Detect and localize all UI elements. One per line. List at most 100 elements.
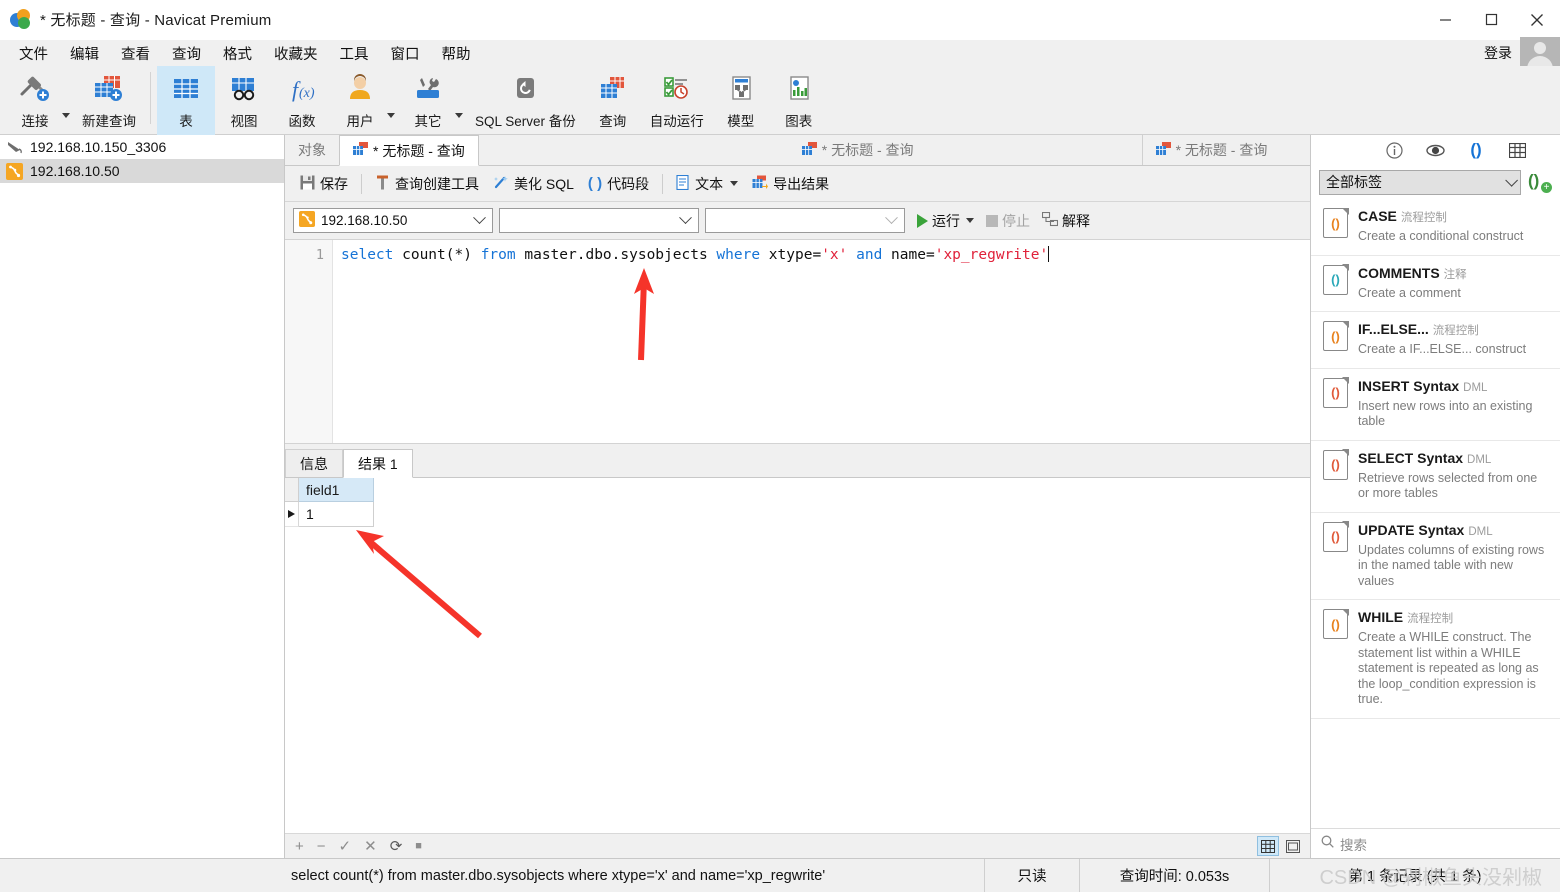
explain-button[interactable]: 解释 [1041,211,1090,231]
list-item[interactable]: () CASE 流程控制 Create a conditional constru… [1311,199,1560,256]
tab-label: * 无标题 - 查询 [373,142,465,159]
tab-objects[interactable]: 对象 [285,135,339,165]
toolbar-button-automation[interactable]: 自动运行 [642,66,712,135]
menu-favorites[interactable]: 收藏夹 [263,41,329,66]
user-dropdown-caret[interactable] [387,112,395,118]
toolbar-button-new-query[interactable]: 新建查询 [74,66,144,135]
avatar[interactable] [1520,37,1560,69]
menu-edit[interactable]: 编辑 [59,41,110,66]
tab-result-1[interactable]: 结果 1 [343,449,413,478]
menu-tools[interactable]: 工具 [329,41,380,66]
main-toolbar: 连接 新建查询 表 视图 f (x) 函数 用户 其它 SQL Server 备… [0,66,1560,135]
table-row[interactable]: 1 [285,502,1310,527]
menu-query[interactable]: 查询 [161,41,212,66]
remove-record-icon[interactable]: − [317,839,326,854]
snippet-label-select[interactable]: 全部标签 [1319,169,1521,195]
tab-query-3[interactable]: * 无标题 - 查询 [1141,135,1281,165]
minimize-button[interactable] [1422,0,1468,40]
menu-view[interactable]: 查看 [110,41,161,66]
text-dropdown-caret[interactable] [730,181,739,186]
navicat-logo-icon [10,8,32,31]
toolbar-button-model[interactable]: 模型 [712,66,770,135]
connection-item-mysql[interactable]: 192.168.10.150_3306 [0,135,284,159]
form-view-toggle[interactable] [1282,836,1304,856]
tab-query-2[interactable]: * 无标题 - 查询 [788,135,927,165]
save-icon [300,175,315,193]
tab-messages[interactable]: 信息 [285,449,343,477]
result-grid[interactable]: field1 1 [285,478,1310,833]
menu-window[interactable]: 窗口 [380,41,431,66]
view-mode-toggles [1257,836,1310,856]
grid-column-header[interactable]: field1 [299,478,374,502]
list-item[interactable]: () INSERT Syntax DML Insert new rows into… [1311,369,1560,441]
list-item[interactable]: () IF...ELSE... 流程控制 Create a IF...ELSE..… [1311,312,1560,369]
toolbar-label-backup: SQL Server 备份 [475,114,576,129]
snippet-list[interactable]: () CASE 流程控制 Create a conditional constru… [1311,199,1560,792]
toolbar-button-function[interactable]: f (x) 函数 [273,66,331,135]
save-button[interactable]: 保存 [293,171,355,197]
menu-format[interactable]: 格式 [212,41,263,66]
toolbar-button-other[interactable]: 其它 [399,66,457,135]
grid-corner-cell [285,478,299,502]
toolbar-button-connection[interactable]: 连接 [6,66,64,135]
confirm-edit-icon[interactable]: ✓ [339,839,352,854]
snippet-filter-row: 全部标签 () + [1311,165,1560,199]
other-dropdown-caret[interactable] [455,112,463,118]
backup-icon [508,70,542,108]
model-icon [724,70,758,108]
stop-icon[interactable]: ■ [415,840,422,852]
query-tab-icon [353,142,368,159]
refresh-icon[interactable]: ⟳ [390,839,403,854]
toolbar-label-table: 表 [179,114,193,129]
add-record-icon[interactable]: + [295,839,304,854]
preview-eye-icon[interactable] [1425,140,1445,160]
connection-select[interactable]: 192.168.10.50 [293,208,493,233]
menu-file[interactable]: 文件 [8,41,59,66]
query-builder-button[interactable]: 查询创建工具 [368,171,486,197]
run-dropdown-caret[interactable] [966,218,974,223]
table-structure-icon[interactable] [1507,140,1527,160]
list-item[interactable]: () COMMENTS 注释 Create a comment [1311,256,1560,312]
connection-dropdown-caret[interactable] [62,112,70,118]
list-item[interactable]: () UPDATE Syntax DML Updates columns of e… [1311,513,1560,600]
export-result-button[interactable]: 导出结果 [745,171,836,197]
status-sql-text: select count(*) from master.dbo.sysobjec… [285,858,985,892]
connection-selector-bar: 192.168.10.50 运行 停止 解释 [285,202,1310,239]
other-tools-icon [411,70,445,108]
toolbar-button-backup[interactable]: SQL Server 备份 [467,66,584,135]
toolbar-button-view[interactable]: 视图 [215,66,273,135]
info-icon[interactable] [1384,140,1404,160]
add-snippet-button[interactable]: () + [1528,171,1552,193]
list-item[interactable]: () SELECT Syntax DML Retrieve rows select… [1311,441,1560,513]
snippet-button[interactable]: ( ) 代码段 [581,171,656,197]
beautify-sql-button[interactable]: 美化 SQL [486,171,581,197]
connection-item-sqlserver[interactable]: 192.168.10.50 [0,159,284,183]
tab-query-1[interactable]: * 无标题 - 查询 [339,135,479,166]
toolbar-button-chart[interactable]: 图表 [770,66,828,135]
menu-help[interactable]: 帮助 [431,41,482,66]
schema-select[interactable] [705,208,905,233]
export-result-label: 导出结果 [773,175,830,192]
grid-cell[interactable]: 1 [299,502,374,527]
sql-editor[interactable]: 1 select count(*) from master.dbo.sysobj… [285,239,1310,444]
text-view-button[interactable]: 文本 [669,171,745,197]
code-snippet-icon[interactable]: () [1466,140,1486,160]
run-button[interactable]: 运行 [917,211,974,231]
grid-view-toggle[interactable] [1257,836,1279,856]
database-select[interactable] [499,208,699,233]
cancel-edit-icon[interactable]: ✕ [364,839,377,854]
sqlserver-icon [6,162,23,180]
toolbar-button-query[interactable]: 查询 [584,66,642,135]
toolbar-button-user[interactable]: 用户 [331,66,389,135]
close-button[interactable] [1514,0,1560,40]
snippet-file-icon: () [1323,320,1349,351]
login-link[interactable]: 登录 [1484,43,1512,63]
list-item[interactable]: () WHILE 流程控制 Create a WHILE construct. T… [1311,600,1560,719]
sql-code-area[interactable]: select count(*) from master.dbo.sysobjec… [333,240,1310,443]
snippet-search-row[interactable]: 搜索 [1311,828,1560,858]
stop-button[interactable]: 停止 [986,211,1030,231]
toolbar-button-table[interactable]: 表 [157,66,215,135]
maximize-button[interactable] [1468,0,1514,40]
chevron-down-icon [473,211,486,225]
